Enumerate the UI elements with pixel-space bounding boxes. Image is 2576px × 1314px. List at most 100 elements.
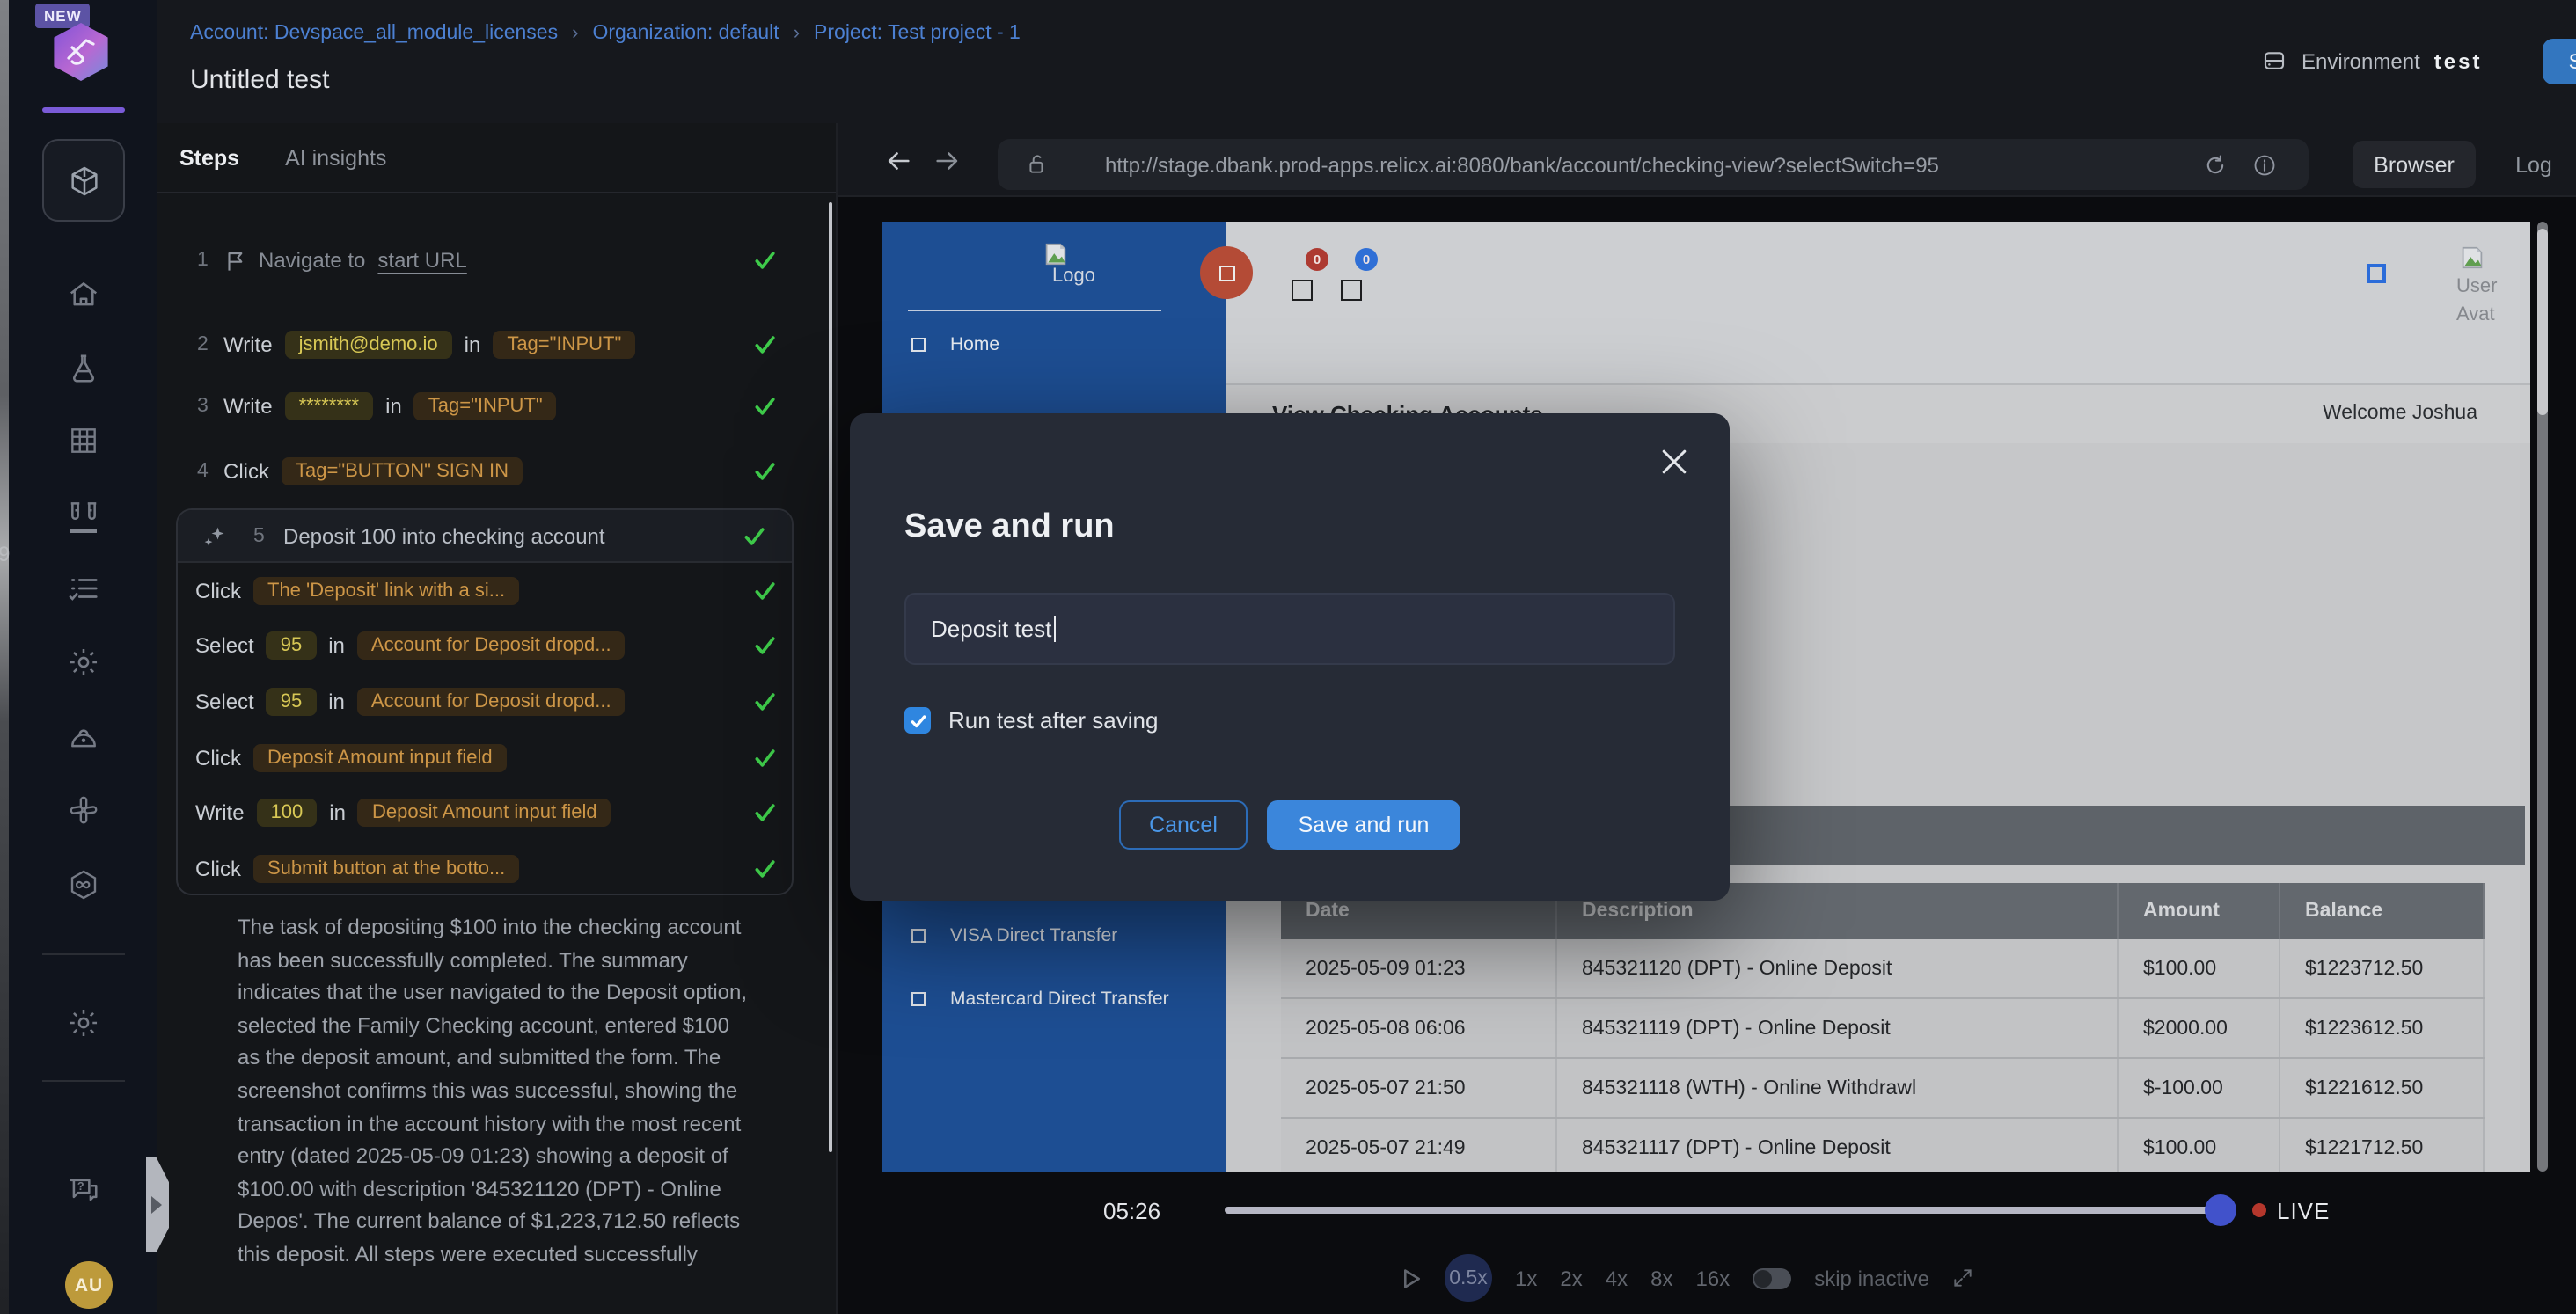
substep-row[interactable]: Select95inAccount for Deposit dropd...	[178, 674, 792, 729]
save-and-run-button[interactable]: Save and run	[1267, 800, 1460, 850]
broken-image-icon	[2460, 246, 2485, 269]
url-text[interactable]: http://stage.dbank.prod-apps.relicx.ai:8…	[1105, 152, 2168, 177]
forward-icon[interactable]	[933, 146, 962, 176]
speed-option[interactable]: 4x	[1606, 1266, 1628, 1290]
speed-option[interactable]: 0.5x	[1445, 1254, 1492, 1302]
home-icon	[67, 278, 100, 311]
selector-chip: Account for Deposit dropd...	[357, 688, 626, 716]
playback-slider[interactable]	[1225, 1207, 2231, 1214]
broken-image-icon	[1043, 243, 1068, 266]
lock-open-icon	[1026, 153, 1049, 176]
skip-inactive-toggle[interactable]	[1753, 1267, 1791, 1288]
cell-description: 845321117 (DPT) - Online Deposit	[1557, 1119, 2119, 1172]
top-header: Account: Devspace_all_module_licenses›Or…	[157, 0, 2576, 123]
refresh-icon[interactable]	[2203, 152, 2228, 177]
sidebar-item-test-editor[interactable]	[42, 139, 125, 222]
user-avatar[interactable]: AU	[65, 1261, 113, 1309]
playback-slider-knob[interactable]	[2205, 1194, 2236, 1226]
info-icon[interactable]	[2252, 152, 2277, 177]
substep-row[interactable]: ClickThe 'Deposit' link with a si...	[178, 563, 792, 618]
broken-image-icon[interactable]	[2367, 264, 2386, 283]
sidebar-item-home[interactable]	[67, 278, 100, 311]
test-name-input[interactable]: Deposit test	[904, 593, 1675, 665]
step-number: 5	[253, 525, 267, 546]
cell-description: 845321120 (DPT) - Online Deposit	[1557, 939, 2119, 997]
sidebar-item-help[interactable]: ?	[67, 1173, 100, 1207]
sidebar-item-automations[interactable]	[67, 867, 100, 901]
logo-glyph-icon	[63, 35, 99, 69]
speed-option[interactable]: 8x	[1650, 1266, 1672, 1290]
speed-option[interactable]: 1x	[1515, 1266, 1537, 1290]
sidebar-divider	[42, 1080, 125, 1082]
save-button[interactable]: Save	[2543, 39, 2576, 84]
substep-row[interactable]: ClickSubmit button at the botto...	[178, 841, 792, 895]
step-row[interactable]: 4ClickTag="BUTTON" SIGN IN	[197, 450, 808, 493]
substep-row[interactable]: ClickDeposit Amount input field	[178, 730, 792, 785]
bank-welcome: Welcome Joshua	[2323, 403, 2477, 424]
breadcrumb-item[interactable]: Organization: default	[592, 23, 779, 44]
user-avatar-alt[interactable]: Avat	[2456, 304, 2495, 325]
sidebar-item-incognito[interactable]	[67, 719, 100, 753]
cancel-button[interactable]: Cancel	[1119, 800, 1248, 850]
url-bar[interactable]: http://stage.dbank.prod-apps.relicx.ai:8…	[998, 139, 2309, 190]
breadcrumb-item[interactable]: Project: Test project - 1	[814, 23, 1021, 44]
sidebar-item-admin-settings[interactable]	[67, 1006, 100, 1040]
step-group-header[interactable]: 5 Deposit 100 into checking account	[178, 510, 792, 563]
environment-indicator[interactable]: Environment test	[2261, 47, 2482, 74]
selector-chip: Deposit Amount input field	[253, 743, 507, 771]
broken-image-icon[interactable]	[1292, 280, 1313, 301]
bank-sidebar-divider	[908, 310, 1161, 311]
broken-image-icon[interactable]	[1341, 280, 1362, 301]
back-icon[interactable]	[883, 146, 913, 176]
app-logo[interactable]	[51, 23, 111, 81]
step-number: 3	[197, 396, 211, 417]
transactions-table: DateDescriptionAmountBalance 2025-05-09 …	[1281, 883, 2485, 1172]
bullet-icon	[911, 929, 926, 943]
steps-tabs: Steps AI insights	[157, 123, 836, 193]
sidebar-item-integrations[interactable]	[67, 793, 100, 827]
tab-steps[interactable]: Steps	[179, 145, 239, 170]
step-row[interactable]: 3 Write********inTag="INPUT"	[197, 385, 808, 427]
bank-nav-mastercard[interactable]: Mastercard Direct Transfer	[911, 989, 1169, 1010]
speed-option[interactable]: 2x	[1560, 1266, 1582, 1290]
tab-log[interactable]: Log	[2499, 141, 2569, 188]
page-scrollbar[interactable]	[2537, 222, 2548, 1172]
playback-time: 05:26	[1103, 1198, 1160, 1224]
step-number: 1	[197, 250, 211, 271]
step-text: ClickThe 'Deposit' link with a si...	[195, 577, 519, 605]
value-chip: 95	[267, 688, 317, 716]
cell-amount: $2000.00	[2119, 999, 2280, 1057]
tab-browser[interactable]: Browser	[2353, 141, 2476, 188]
success-check-icon	[753, 690, 778, 714]
playback-controls: 0.5x1x2x4x8x16x skip inactive	[1402, 1252, 1975, 1303]
help-chat-icon: ?	[67, 1173, 100, 1207]
step-row[interactable]: 1Navigate tostart URL	[197, 239, 808, 281]
notification-badge: 0	[1306, 248, 1328, 271]
step-row[interactable]: 2Writejsmith@demo.ioinTag="INPUT"	[197, 324, 808, 366]
start-url-link[interactable]: start URL	[377, 248, 466, 273]
checkbox-checked-icon[interactable]	[904, 707, 931, 734]
sidebar-item-tests[interactable]	[67, 498, 100, 531]
bank-logo-alt[interactable]: Logo	[1052, 266, 1095, 287]
tab-ai-insights[interactable]: AI insights	[285, 145, 386, 170]
table-body: 2025-05-09 01:23845321120 (DPT) - Online…	[1281, 939, 2485, 1172]
sidebar-item-settings[interactable]	[67, 646, 100, 679]
substep-row[interactable]: Select95inAccount for Deposit dropd...	[178, 618, 792, 674]
substep-row[interactable]: Write100inDeposit Amount input field	[178, 785, 792, 841]
sidebar-item-suites[interactable]	[67, 424, 100, 457]
sidebar-item-lab[interactable]	[67, 352, 100, 385]
breadcrumb-item[interactable]: Account: Devspace_all_module_licenses	[190, 23, 558, 44]
expand-icon[interactable]	[1952, 1267, 1975, 1289]
run-after-saving-option[interactable]: Run test after saving	[904, 707, 1158, 734]
sidebar-item-runs[interactable]	[67, 572, 100, 605]
bank-nav-visa[interactable]: VISA Direct Transfer	[911, 925, 1117, 946]
play-icon[interactable]	[1402, 1267, 1422, 1288]
close-icon[interactable]	[1661, 449, 1687, 475]
step-text: Write100inDeposit Amount input field	[195, 799, 611, 827]
steps-scrollbar[interactable]	[828, 202, 832, 1152]
steps-list: 1Navigate tostart URL 2Writejsmith@demo.i…	[197, 239, 808, 493]
step-text: Write********inTag="INPUT"	[223, 392, 557, 420]
bank-nav-home[interactable]: Home	[911, 334, 999, 355]
user-avatar-alt[interactable]: User	[2456, 276, 2497, 297]
speed-option[interactable]: 16x	[1696, 1266, 1731, 1290]
